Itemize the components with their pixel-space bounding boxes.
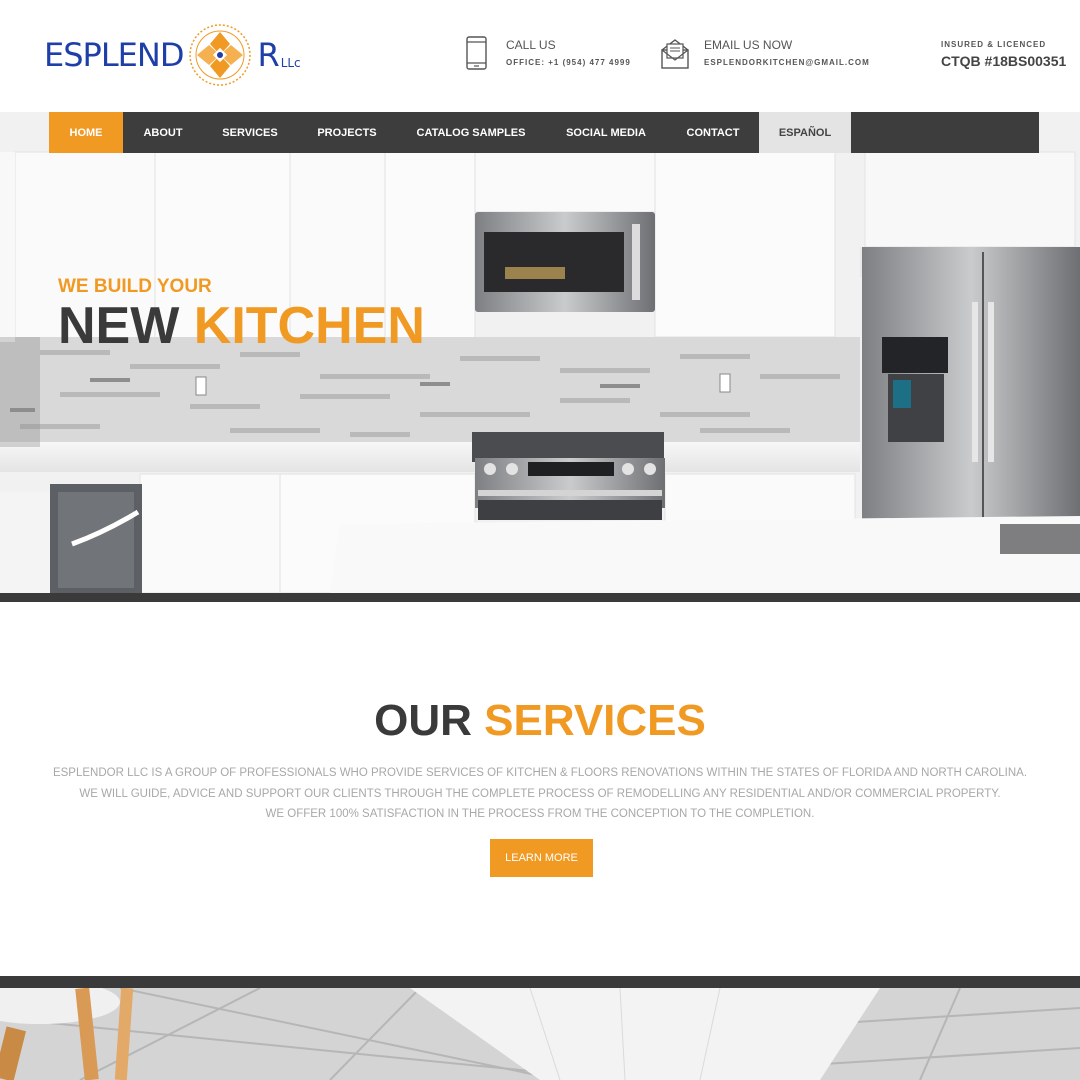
site-header: ESPLEND R LLc CALL US OFFICE: +1 (954) 4… [0, 0, 1080, 112]
hero-banner: WE BUILD YOUR NEW KITCHEN [0, 112, 1080, 593]
insured-label: INSURED & LICENCED [941, 40, 1047, 49]
logo-emblem-icon [189, 24, 252, 86]
nav-item-catalog-samples[interactable]: CATALOG SAMPLES [397, 112, 545, 153]
hero-tagline: WE BUILD YOUR [58, 276, 212, 297]
call-value[interactable]: OFFICE: +1 (954) 477 4999 [506, 58, 631, 67]
license-number: CTQB #18BS00351 [941, 53, 1067, 69]
logo-text-main: ESPLEND [44, 36, 184, 74]
services-heading-part2: SERVICES [484, 696, 706, 745]
services-description-line2: WE WILL GUIDE, ADVICE AND SUPPORT OUR CL… [79, 788, 1001, 800]
logo-suffix: LLc [280, 56, 301, 70]
email-us-block[interactable]: EMAIL US NOW ESPLENDORKITCHEN@GMAIL.COM [660, 36, 870, 70]
logo[interactable]: ESPLEND R LLc [44, 22, 301, 88]
call-label: CALL US [506, 38, 556, 52]
nav-item-contact[interactable]: CONTACT [667, 112, 759, 153]
floor-photo [0, 988, 1080, 1080]
services-section: OUR SERVICES ESPLENDOR LLC IS A GROUP OF… [0, 602, 1080, 976]
floor-photo-section [0, 988, 1080, 1080]
section-divider [0, 976, 1080, 988]
nav-item-services[interactable]: SERVICES [203, 112, 297, 153]
license-block: INSURED & LICENCED CTQB #18BS00351 [941, 40, 1066, 69]
nav-item-social-media[interactable]: SOCIAL MEDIA [545, 112, 667, 153]
services-heading: OUR SERVICES [0, 696, 1080, 746]
envelope-icon [661, 39, 689, 69]
services-description-line1: ESPLENDOR LLC IS A GROUP OF PROFESSIONAL… [52, 767, 1028, 779]
nav-item-home[interactable]: HOME [49, 112, 123, 153]
nav-item-about[interactable]: ABOUT [123, 112, 203, 153]
call-us-block[interactable]: CALL US OFFICE: +1 (954) 477 4999 [462, 36, 631, 70]
logo-text-tail: R [257, 36, 280, 74]
services-heading-part1: OUR [374, 696, 472, 745]
nav-item-language[interactable]: ESPAÑOL [759, 112, 851, 153]
nav-item-projects[interactable]: PROJECTS [297, 112, 397, 153]
hero-divider [0, 593, 1080, 602]
email-value[interactable]: ESPLENDORKITCHEN@GMAIL.COM [704, 58, 870, 67]
hero-title-part1: NEW [58, 297, 180, 355]
main-nav: HOME ABOUT SERVICES PROJECTS CATALOG SAM… [49, 112, 1039, 153]
email-label: EMAIL US NOW [704, 38, 793, 52]
hero-title-part2: KITCHEN [193, 297, 425, 355]
phone-icon [466, 36, 487, 70]
learn-more-button[interactable]: LEARN MORE [490, 839, 593, 877]
hero-title: NEW KITCHEN [58, 297, 425, 355]
services-description-line3: WE OFFER 100% SATISFACTION IN THE PROCES… [265, 808, 815, 820]
